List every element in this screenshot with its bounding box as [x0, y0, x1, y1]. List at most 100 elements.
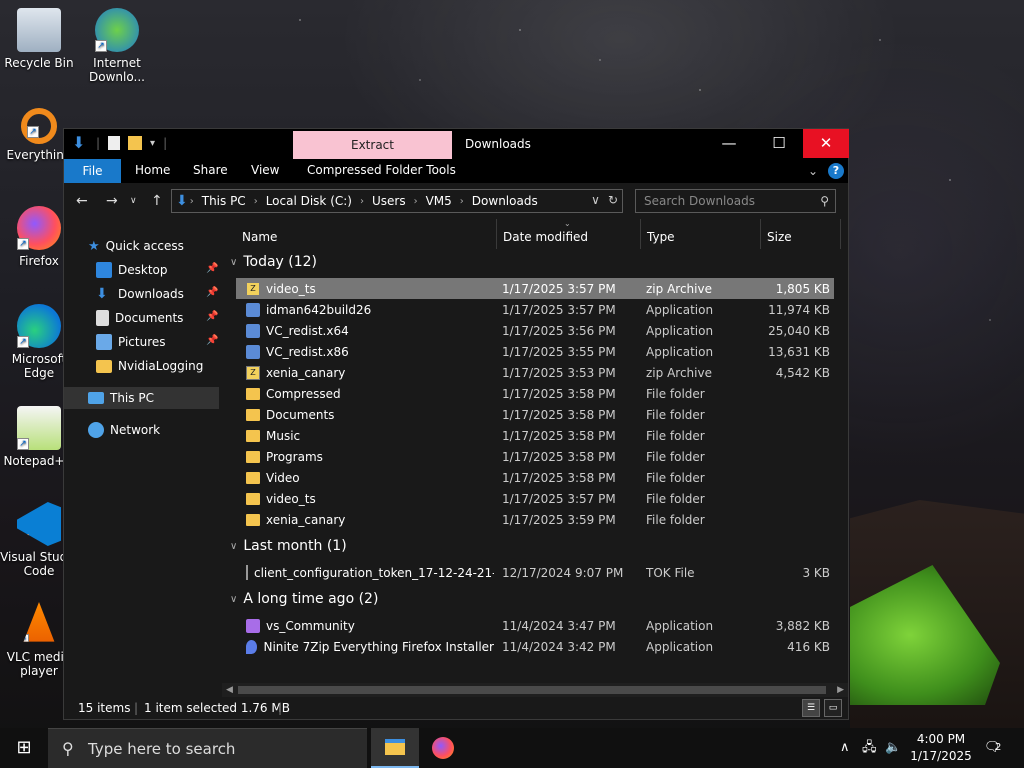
nav-quick-access[interactable]: ★ Quick access — [88, 235, 184, 257]
breadcrumb-users[interactable]: Users — [364, 194, 414, 208]
forward-arrow-icon[interactable]: → — [106, 193, 118, 209]
group-header-long-time-ago[interactable]: ∨ A long time ago (2) — [230, 591, 378, 607]
pictures-folder-icon — [96, 334, 112, 350]
show-hidden-icons[interactable]: ∧ — [840, 728, 850, 768]
nav-nvidialogging[interactable]: NvidiaLogging — [96, 355, 203, 377]
file-type: File folder — [646, 512, 705, 527]
everything-icon: ↗ — [21, 108, 57, 144]
file-date: 1/17/2025 3:58 PM — [502, 407, 616, 422]
network-icon — [88, 422, 104, 438]
table-row[interactable]: vs_Community 11/4/2024 3:47 PM Applicati… — [236, 615, 834, 636]
pin-icon[interactable]: 📌 — [206, 263, 218, 274]
table-row[interactable]: Music 1/17/2025 3:58 PM File folder — [236, 425, 834, 446]
address-dropdown-icon[interactable]: ∨ — [591, 193, 600, 207]
breadcrumb-vm5[interactable]: VM5 — [418, 194, 460, 208]
file-name: xenia_canary — [266, 512, 346, 527]
scroll-left-icon[interactable]: ◀ — [226, 683, 233, 697]
notification-count-badge: 2 — [995, 742, 1002, 753]
column-header-type[interactable]: Type — [647, 219, 675, 253]
group-header-last-month[interactable]: ∨ Last month (1) — [230, 538, 347, 554]
volume-muted-icon[interactable]: 🔈 — [885, 728, 901, 768]
nav-label: Pictures — [118, 335, 166, 349]
status-bar: 15 items | 1 item selected 1.76 MB | ☰ ▭ — [64, 697, 848, 719]
breadcrumb-downloads[interactable]: Downloads — [464, 194, 546, 208]
title-bar[interactable]: ⬇ | ▾ | Extract Downloads — ☐ ✕ — [64, 129, 849, 159]
refresh-icon[interactable]: ↻ — [608, 193, 618, 207]
expand-ribbon-icon[interactable]: ⌄ — [808, 164, 818, 178]
taskbar-search-input[interactable]: ⚲ Type here to search — [48, 728, 367, 768]
close-button[interactable]: ✕ — [803, 129, 849, 158]
pin-icon[interactable]: 📌 — [206, 335, 218, 346]
horizontal-scrollbar[interactable]: ◀ ▶ — [222, 683, 848, 697]
file-name: video_ts — [266, 491, 316, 506]
file-type: TOK File — [646, 565, 695, 580]
nav-this-pc[interactable]: This PC — [64, 387, 219, 409]
large-icons-view-button[interactable]: ▭ — [824, 699, 842, 717]
taskbar-firefox[interactable] — [419, 728, 467, 768]
minimize-button[interactable]: — — [706, 129, 752, 158]
folder-icon — [246, 492, 260, 505]
tab-view[interactable]: View — [251, 163, 279, 177]
table-row[interactable]: VC_redist.x86 1/17/2025 3:55 PM Applicat… — [236, 341, 834, 362]
scrollbar-thumb[interactable] — [238, 686, 826, 694]
customize-qat-icon[interactable]: ▾ — [150, 138, 155, 149]
extract-context-tab[interactable]: Extract — [293, 131, 452, 159]
edge-icon: ↗ — [17, 304, 61, 348]
table-row[interactable]: Programs 1/17/2025 3:58 PM File folder — [236, 446, 834, 467]
properties-icon[interactable] — [108, 136, 121, 150]
file-name: VC_redist.x64 — [266, 323, 349, 338]
desktop-icon-recycle-bin[interactable]: Recycle Bin — [0, 8, 78, 70]
table-row[interactable]: Zvideo_ts 1/17/2025 3:57 PM zip Archive … — [236, 278, 834, 299]
system-clock[interactable]: 4:00 PM 1/17/2025 — [905, 731, 977, 765]
network-status-icon[interactable]: 🖧 — [862, 728, 877, 768]
table-row[interactable]: Video 1/17/2025 3:58 PM File folder — [236, 467, 834, 488]
nav-documents[interactable]: Documents — [96, 307, 183, 329]
start-button[interactable]: ⊞ — [0, 728, 48, 768]
column-header-name[interactable]: Name — [242, 219, 277, 253]
search-input[interactable]: Search Downloads ⚲ — [635, 189, 836, 213]
table-row[interactable]: VC_redist.x64 1/17/2025 3:56 PM Applicat… — [236, 320, 834, 341]
column-header-size[interactable]: Size — [767, 219, 792, 253]
breadcrumb-this-pc[interactable]: This PC — [194, 194, 254, 208]
folder-icon — [246, 408, 260, 421]
table-row[interactable]: Zxenia_canary 1/17/2025 3:53 PM zip Arch… — [236, 362, 834, 383]
table-row[interactable]: Documents 1/17/2025 3:58 PM File folder — [236, 404, 834, 425]
tab-home[interactable]: Home — [135, 163, 170, 177]
breadcrumb-local-disk[interactable]: Local Disk (C:) — [258, 194, 360, 208]
table-row[interactable]: video_ts 1/17/2025 3:57 PM File folder — [236, 488, 834, 509]
recent-locations-icon[interactable]: ∨ — [130, 196, 137, 206]
idm-icon: ↗ — [95, 8, 139, 52]
table-row[interactable]: client_configuration_token_17-12-24-21-.… — [236, 562, 834, 583]
tab-file[interactable]: File — [64, 159, 121, 183]
taskbar-file-explorer[interactable] — [371, 728, 419, 768]
new-folder-icon[interactable] — [128, 136, 143, 150]
nav-network[interactable]: Network — [88, 419, 160, 441]
pin-icon[interactable]: 📌 — [206, 287, 218, 298]
up-arrow-icon[interactable]: ↑ — [151, 193, 163, 209]
table-row[interactable]: Compressed 1/17/2025 3:58 PM File folder — [236, 383, 834, 404]
nav-downloads[interactable]: ⬇ Downloads — [96, 283, 184, 305]
desktop-icon-internet-download-manager[interactable]: ↗ Internet Downlo... — [78, 8, 156, 84]
ninite-icon — [246, 639, 258, 654]
column-header-date[interactable]: Date modified — [503, 219, 588, 253]
help-icon[interactable]: ? — [828, 163, 844, 179]
file-size: 13,631 KB — [768, 344, 830, 359]
nav-pictures[interactable]: Pictures — [96, 331, 166, 353]
table-row[interactable]: idman642build26 1/17/2025 3:57 PM Applic… — [236, 299, 834, 320]
table-row[interactable]: Ninite 7Zip Everything Firefox Installer… — [236, 636, 834, 657]
vscode-icon: ↗ — [17, 502, 61, 546]
file-name: Compressed — [266, 386, 341, 401]
group-header-today[interactable]: ∨ Today (12) — [230, 254, 317, 270]
details-view-button[interactable]: ☰ — [802, 699, 820, 717]
scroll-right-icon[interactable]: ▶ — [837, 683, 844, 697]
pin-icon[interactable]: 📌 — [206, 311, 218, 322]
file-size: 3,882 KB — [775, 618, 830, 633]
maximize-button[interactable]: ☐ — [756, 129, 802, 158]
nav-desktop[interactable]: Desktop — [96, 259, 168, 281]
address-bar[interactable]: ⬇ › This PC › Local Disk (C:) › Users › … — [171, 189, 623, 213]
table-row[interactable]: xenia_canary 1/17/2025 3:59 PM File fold… — [236, 509, 834, 530]
file-date: 1/17/2025 3:57 PM — [502, 302, 616, 317]
back-arrow-icon[interactable]: ← — [76, 193, 88, 209]
tab-share[interactable]: Share — [193, 163, 228, 177]
tab-compressed-folder-tools[interactable]: Compressed Folder Tools — [307, 163, 456, 177]
